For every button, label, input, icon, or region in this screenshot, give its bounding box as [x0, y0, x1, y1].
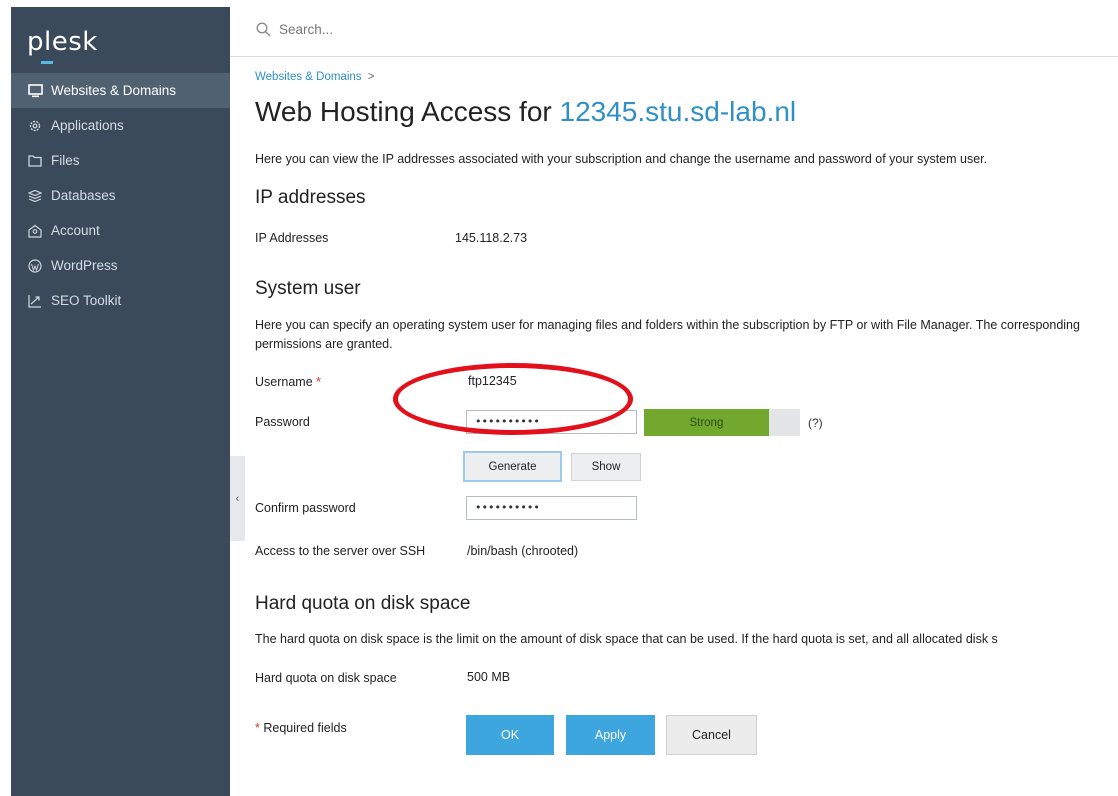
page-title-domain: 12345.stu.sd-lab.nl: [559, 96, 797, 127]
system-user-title: System user: [255, 278, 361, 299]
page-title-prefix: Web Hosting Access for: [255, 96, 560, 127]
logo-underline: [41, 61, 53, 64]
ssh-access-value[interactable]: /bin/bash (chrooted): [467, 544, 578, 558]
page-title: Web Hosting Access for 12345.stu.sd-lab.…: [255, 96, 796, 128]
chevron-left-icon: ‹: [235, 492, 240, 505]
search-box[interactable]: Search...: [256, 22, 333, 37]
password-strength-meter: Strong: [644, 409, 800, 436]
top-bar: Search...: [230, 7, 1118, 57]
confirm-password-field[interactable]: ••••••••••: [466, 496, 637, 520]
sidebar-item-label: Applications: [51, 118, 124, 133]
username-label: Username *: [255, 375, 321, 389]
required-fields-text: Required fields: [263, 721, 347, 735]
gear-icon: [27, 118, 43, 134]
sidebar-item-websites-domains[interactable]: Websites & Domains: [11, 73, 230, 108]
sidebar-item-seo-toolkit[interactable]: SEO Toolkit: [11, 283, 230, 318]
monitor-icon: [27, 83, 43, 99]
sidebar-collapse-toggle[interactable]: ‹: [230, 456, 245, 541]
sidebar-item-databases[interactable]: Databases: [11, 178, 230, 213]
password-label: Password: [255, 415, 310, 429]
database-icon: [27, 188, 43, 204]
sidebar: plesk Websites & Domains Applications Fi…: [11, 7, 230, 796]
sidebar-item-label: Files: [51, 153, 80, 168]
required-mark: *: [255, 721, 260, 735]
password-field[interactable]: ••••••••••: [466, 410, 637, 434]
password-strength-bar: Strong: [644, 409, 769, 436]
folder-icon: [27, 153, 43, 169]
sidebar-item-account[interactable]: Account: [11, 213, 230, 248]
quota-section-title: Hard quota on disk space: [255, 593, 471, 614]
quota-label: Hard quota on disk space: [255, 671, 397, 685]
page-intro: Here you can view the IP addresses assoc…: [255, 152, 988, 166]
required-mark: *: [316, 375, 322, 389]
quota-value: 500 MB: [467, 670, 511, 684]
account-icon: [27, 223, 43, 239]
breadcrumb: Websites & Domains >: [255, 71, 374, 83]
search-icon: [256, 22, 271, 37]
generate-button[interactable]: Generate: [463, 451, 562, 482]
system-user-description: Here you can specify an operating system…: [255, 318, 1080, 351]
apply-button[interactable]: Apply: [566, 715, 655, 755]
required-fields-note: * Required fields: [255, 721, 347, 735]
sidebar-nav: Websites & Domains Applications Files Da…: [11, 73, 230, 318]
ip-addresses-value: 145.118.2.73: [455, 231, 528, 245]
username-value: ftp12345: [468, 374, 517, 388]
sidebar-item-files[interactable]: Files: [11, 143, 230, 178]
sidebar-item-wordpress[interactable]: WordPress: [11, 248, 230, 283]
sidebar-item-label: WordPress: [51, 258, 118, 273]
search-input[interactable]: Search...: [279, 22, 333, 37]
password-help-link[interactable]: (?): [808, 416, 823, 430]
sidebar-item-label: SEO Toolkit: [51, 293, 122, 308]
sidebar-item-label: Databases: [51, 188, 116, 203]
quota-description: The hard quota on disk space is the limi…: [255, 632, 998, 646]
ok-button[interactable]: OK: [466, 715, 554, 755]
ssh-access-label: Access to the server over SSH: [255, 544, 426, 558]
confirm-password-label: Confirm password: [255, 501, 356, 515]
sidebar-item-label: Websites & Domains: [51, 83, 177, 98]
breadcrumb-separator: >: [367, 71, 375, 83]
username-label-text: Username: [255, 375, 313, 389]
ip-section-title: IP addresses: [255, 187, 366, 208]
sidebar-item-applications[interactable]: Applications: [11, 108, 230, 143]
wordpress-icon: [27, 258, 43, 274]
cancel-button[interactable]: Cancel: [666, 715, 757, 755]
show-button[interactable]: Show: [571, 453, 641, 481]
breadcrumb-link[interactable]: Websites & Domains: [255, 71, 362, 83]
plesk-logo[interactable]: plesk: [27, 27, 98, 57]
ip-addresses-label: IP Addresses: [255, 231, 329, 245]
sidebar-item-label: Account: [51, 223, 100, 238]
chart-icon: [27, 293, 43, 309]
